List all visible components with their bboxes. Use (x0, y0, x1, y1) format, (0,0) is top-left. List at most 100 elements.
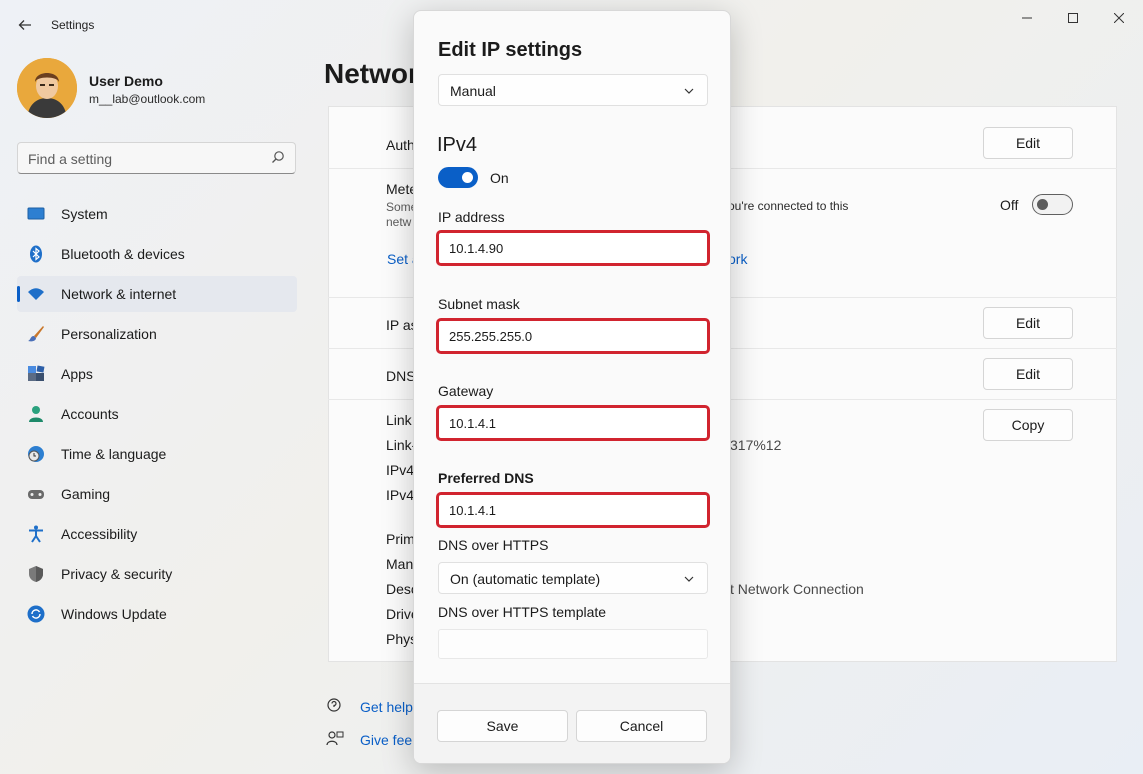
auth-edit-button[interactable]: Edit (983, 127, 1073, 159)
gateway-field[interactable]: 10.1.4.1 (436, 405, 710, 441)
sidebar-item-personalization[interactable]: Personalization (17, 316, 297, 352)
avatar[interactable] (17, 58, 77, 118)
dns-over-https-template-field[interactable] (438, 629, 708, 659)
link-local-value: 317%12 (730, 437, 782, 453)
ip-address-label: IP address (438, 209, 505, 225)
back-button[interactable] (12, 12, 38, 38)
sidebar-item-label: Gaming (61, 486, 111, 502)
sidebar-item-label: Bluetooth & devices (61, 246, 185, 262)
sidebar-item-time-language[interactable]: Time & language (17, 436, 297, 472)
description-value: t Network Connection (730, 581, 864, 597)
row-label-dns: DNS (386, 368, 416, 384)
sidebar-item-gaming[interactable]: Gaming (17, 476, 297, 512)
search-input[interactable]: Find a setting (28, 151, 112, 167)
ipv4-toggle[interactable] (438, 167, 478, 188)
get-help-link[interactable]: Get help (360, 699, 413, 715)
accessibility-icon (29, 525, 43, 543)
ip-mode-dropdown[interactable]: Manual (438, 74, 708, 106)
save-button[interactable]: Save (437, 710, 568, 742)
gateway-label: Gateway (438, 383, 494, 399)
metered-toggle-label: Off (1000, 197, 1019, 213)
avatar-image (17, 58, 77, 118)
row-label-manufacturer: Man (386, 556, 414, 572)
brush-icon (28, 326, 44, 342)
row-label-link: Link (386, 412, 412, 428)
sidebar-item-label: System (61, 206, 108, 222)
shield-icon (29, 566, 43, 582)
chevron-down-icon (684, 576, 694, 582)
row-label-auth: Auth (386, 137, 415, 153)
sidebar-item-windows-update[interactable]: Windows Update (17, 596, 297, 632)
globe-clock-icon (28, 446, 44, 462)
sidebar-item-label: Network & internet (61, 286, 177, 302)
edit-ip-settings-dialog: Edit IP settings Manual IPv4 On IP addre… (413, 10, 731, 764)
sidebar-item-label: Time & language (61, 446, 167, 462)
sidebar-nav: System Bluetooth & devices Network & int… (17, 196, 297, 636)
maximize-button[interactable] (1055, 8, 1091, 28)
wifi-icon (28, 288, 44, 300)
ip-mode-value: Manual (450, 83, 496, 99)
sidebar-item-label: Privacy & security (61, 566, 173, 582)
sidebar-item-privacy[interactable]: Privacy & security (17, 556, 297, 592)
sidebar-item-label: Apps (61, 366, 93, 382)
app-title: Settings (51, 18, 95, 32)
subnet-mask-field[interactable]: 255.255.255.0 (436, 318, 710, 354)
row-label-ipv4-dns: IPv4 (386, 487, 415, 503)
close-button[interactable] (1101, 8, 1137, 28)
user-email: m__lab@outlook.com (89, 92, 206, 106)
metered-toggle[interactable] (1032, 194, 1073, 215)
minimize-button[interactable] (1009, 8, 1045, 28)
ipv4-toggle-label: On (490, 170, 509, 186)
sidebar-item-network[interactable]: Network & internet (17, 276, 297, 312)
row-label-ipv4-address: IPv4 (386, 462, 415, 478)
sidebar-item-system[interactable]: System (17, 196, 297, 232)
metered-description-right: ou're connected to this (728, 199, 849, 213)
row-label-link-local: Link- (386, 437, 417, 453)
dns-over-https-template-label: DNS over HTTPS template (438, 604, 607, 620)
apps-icon (28, 365, 45, 381)
ipv4-section-title: IPv4 (437, 134, 478, 156)
sidebar-item-label: Personalization (61, 326, 157, 342)
arrow-left-icon (18, 20, 31, 30)
bluetooth-icon (30, 245, 42, 263)
sidebar-item-accounts[interactable]: Accounts (17, 396, 297, 432)
cancel-button[interactable]: Cancel (576, 710, 707, 742)
dialog-footer: Save Cancel (414, 683, 730, 763)
minimize-icon (1022, 17, 1032, 19)
sidebar-item-label: Windows Update (61, 606, 167, 622)
gateway-value: 10.1.4.1 (449, 416, 496, 431)
ip-address-field[interactable]: 10.1.4.90 (436, 230, 710, 266)
dns-over-https-dropdown[interactable]: On (automatic template) (438, 562, 708, 594)
ip-address-value: 10.1.4.90 (449, 241, 504, 256)
help-icon (327, 698, 341, 712)
user-name: User Demo (89, 73, 163, 89)
maximize-icon (1068, 13, 1078, 23)
ip-assignment-edit-button[interactable]: Edit (983, 307, 1073, 339)
page-title: Networ (324, 58, 419, 89)
preferred-dns-field[interactable]: 10.1.4.1 (436, 492, 710, 528)
preferred-dns-label: Preferred DNS (438, 470, 534, 486)
dns-over-https-value: On (automatic template) (450, 571, 601, 587)
sidebar-item-label: Accessibility (61, 526, 138, 542)
gamepad-icon (28, 490, 44, 499)
dns-edit-button[interactable]: Edit (983, 358, 1073, 390)
metered-description-cont: netw (386, 215, 412, 229)
search-icon (272, 151, 284, 163)
sidebar-item-accessibility[interactable]: Accessibility (17, 516, 297, 552)
close-icon (1114, 13, 1124, 23)
search-box[interactable]: Find a setting (17, 142, 296, 174)
row-label-primary: Prim (386, 531, 415, 547)
copy-button[interactable]: Copy (983, 409, 1073, 441)
sidebar-item-label: Accounts (61, 406, 119, 422)
chevron-down-icon (684, 88, 694, 94)
update-icon (27, 605, 45, 623)
dns-over-https-label: DNS over HTTPS (438, 537, 549, 553)
preferred-dns-value: 10.1.4.1 (449, 503, 496, 518)
sidebar-item-bluetooth[interactable]: Bluetooth & devices (17, 236, 297, 272)
sidebar-item-apps[interactable]: Apps (17, 356, 297, 392)
monitor-icon (27, 207, 45, 220)
dialog-title: Edit IP settings (438, 39, 583, 61)
subnet-mask-value: 255.255.255.0 (449, 329, 533, 344)
give-feedback-link[interactable]: Give fee (360, 732, 412, 748)
person-icon (29, 406, 43, 422)
